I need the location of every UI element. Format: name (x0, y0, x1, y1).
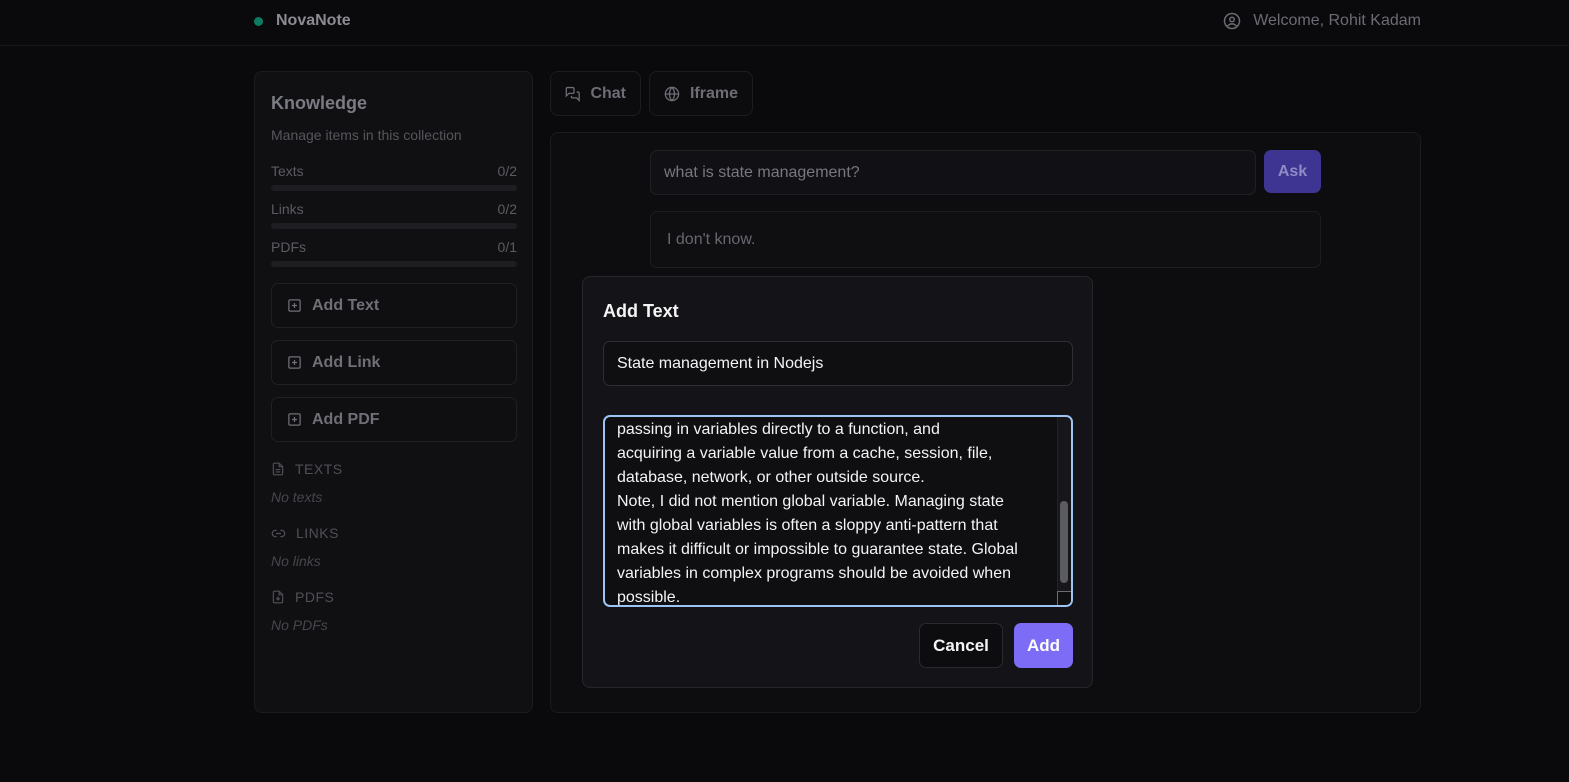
add-text-label: Add Text (312, 296, 380, 314)
brand[interactable]: NovaNote (254, 12, 351, 30)
plus-square-icon (288, 299, 301, 312)
globe-icon (664, 86, 680, 101)
add-text-button[interactable]: Add Text (271, 283, 517, 328)
knowledge-subtitle: Manage items in this collection (271, 127, 462, 143)
answer-bubble: I don't know. (650, 211, 1321, 268)
textarea-scrollbar[interactable] (1057, 417, 1071, 605)
plus-square-icon (288, 413, 301, 426)
tab-iframe[interactable]: Iframe (649, 71, 753, 116)
texts-counter: Texts 0/2 (271, 163, 517, 191)
dialog-title: Add Text (603, 301, 679, 321)
pdfs-counter: PDFs 0/1 (271, 239, 517, 267)
question-input[interactable]: what is state management? (650, 150, 1256, 195)
pdfs-heading-label: PDFS (295, 589, 335, 605)
text-content-textarea[interactable]: passing in variables directly to a funct… (603, 415, 1073, 607)
counter-value: 0/2 (497, 163, 517, 179)
user-menu[interactable]: Welcome, Rohit Kadam (1223, 12, 1421, 30)
tab-iframe-label: Iframe (689, 84, 738, 102)
add-pdf-label: Add PDF (312, 410, 380, 428)
counter-value: 0/1 (497, 239, 517, 255)
file-down-icon (272, 590, 284, 604)
texts-empty: No texts (271, 489, 323, 505)
progress-bar (271, 185, 517, 191)
add-link-button[interactable]: Add Link (271, 340, 517, 385)
add-text-dialog: Add Text passing in variables directly t… (582, 276, 1093, 688)
add-button[interactable]: Add (1014, 623, 1073, 668)
ask-button[interactable]: Ask (1264, 150, 1321, 193)
brand-name: NovaNote (276, 12, 351, 29)
links-heading-label: LINKS (296, 525, 339, 541)
progress-bar (271, 223, 517, 229)
counter-label: Links (271, 201, 304, 217)
cancel-button[interactable]: Cancel (919, 623, 1003, 668)
scrollbar-thumb[interactable] (1060, 501, 1068, 583)
plus-square-icon (288, 356, 301, 369)
top-bar: NovaNote Welcome, Rohit Kadam (0, 0, 1569, 46)
welcome-text: Welcome, Rohit Kadam (1253, 12, 1421, 29)
add-link-label: Add Link (312, 353, 381, 371)
progress-bar (271, 261, 517, 267)
links-section-heading: LINKS (271, 525, 339, 541)
links-empty: No links (271, 553, 321, 569)
pdfs-section-heading: PDFS (271, 589, 334, 605)
tab-chat-label: Chat (590, 84, 626, 102)
link-icon (271, 529, 286, 537)
counter-label: PDFs (271, 239, 306, 255)
brand-dot-icon (254, 16, 263, 26)
counter-value: 0/2 (497, 201, 517, 217)
counter-label: Texts (271, 163, 304, 179)
knowledge-title: Knowledge (271, 93, 368, 113)
user-circle-icon (1223, 12, 1241, 30)
pdfs-empty: No PDFs (271, 617, 328, 633)
textarea-content: passing in variables directly to a funct… (617, 421, 1018, 606)
resize-handle[interactable] (1057, 591, 1071, 605)
links-counter: Links 0/2 (271, 201, 517, 229)
file-text-icon (272, 462, 284, 476)
knowledge-panel: Knowledge Manage items in this collectio… (254, 71, 533, 713)
texts-section-heading: TEXTS (271, 461, 343, 477)
messages-icon (565, 86, 580, 102)
add-pdf-button[interactable]: Add PDF (271, 397, 517, 442)
text-title-input[interactable] (603, 341, 1073, 386)
tab-chat[interactable]: Chat (550, 71, 641, 116)
texts-heading-label: TEXTS (295, 461, 343, 477)
